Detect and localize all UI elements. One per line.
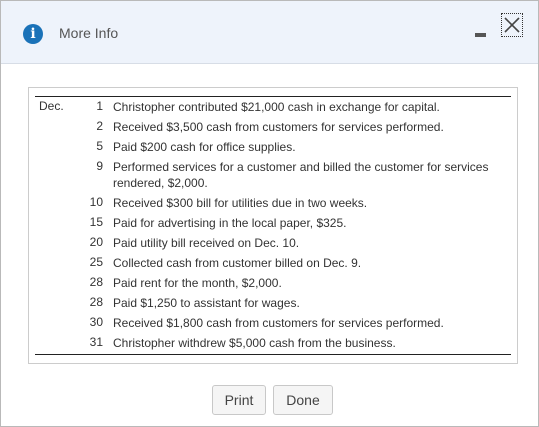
done-button[interactable]: Done <box>273 385 333 415</box>
transaction-row: 28 Paid $1,250 to assistant for wages. <box>29 294 517 314</box>
transaction-row: 9 Performed services for a customer and b… <box>29 158 517 194</box>
transaction-description: Paid $200 cash for office supplies. <box>113 140 296 154</box>
transaction-row: 5 Paid $200 cash for office supplies. <box>29 138 517 158</box>
transaction-day: 28 <box>89 275 103 289</box>
transaction-day: 20 <box>89 235 103 249</box>
transaction-description: Received $1,800 cash from customers for … <box>113 316 444 330</box>
transaction-day: 2 <box>96 119 103 133</box>
transaction-row: 20 Paid utility bill received on Dec. 10. <box>29 234 517 254</box>
transaction-day: 10 <box>89 195 103 209</box>
dialog-title: More Info <box>59 25 119 41</box>
table-top-rule <box>35 96 511 97</box>
print-button[interactable]: Print <box>212 385 266 415</box>
transaction-row: 28 Paid rent for the month, $2,000. <box>29 274 517 294</box>
transaction-row: 2 Received $3,500 cash from customers for… <box>29 118 517 138</box>
transaction-day: 31 <box>89 335 103 349</box>
transaction-row: 30 Received $1,800 cash from customers fo… <box>29 314 517 334</box>
table-bottom-rule <box>35 354 511 355</box>
transaction-description: Performed services for a customer and bi… <box>113 160 489 190</box>
transaction-day: 15 <box>89 215 103 229</box>
transaction-description: Collected cash from customer billed on D… <box>113 256 362 270</box>
transaction-description: Received $300 bill for utilities due in … <box>113 196 368 210</box>
close-icon <box>504 17 520 33</box>
transaction-day: 1 <box>96 99 103 113</box>
transaction-description: Paid utility bill received on Dec. 10. <box>113 236 300 250</box>
transaction-description: Paid $1,250 to assistant for wages. <box>113 296 300 310</box>
transaction-day: 5 <box>96 139 103 153</box>
transaction-description: Paid rent for the month, $2,000. <box>113 276 282 290</box>
minimize-icon[interactable] <box>475 33 486 37</box>
transaction-day: 9 <box>96 159 103 173</box>
transaction-description: Christopher contributed $21,000 cash in … <box>113 100 440 114</box>
transaction-row: 25 Collected cash from customer billed on… <box>29 254 517 274</box>
transactions-box: Dec. 1 Christopher contributed $21,000 ca… <box>28 87 518 364</box>
more-info-dialog: i More Info Dec. 1 Christopher contribute… <box>0 0 539 427</box>
transaction-row: 31 Christopher withdrew $5,000 cash from … <box>29 334 517 354</box>
close-button[interactable] <box>501 13 523 37</box>
transaction-row: 10 Received $300 bill for utilities due i… <box>29 194 517 214</box>
transaction-description: Paid for advertising in the local paper,… <box>113 216 347 230</box>
transaction-row: 1 Christopher contributed $21,000 cash in… <box>29 98 517 118</box>
info-icon: i <box>23 24 43 44</box>
transaction-day: 30 <box>89 315 103 329</box>
transaction-day: 28 <box>89 295 103 309</box>
transaction-day: 25 <box>89 255 103 269</box>
dialog-titlebar: i More Info <box>1 1 538 64</box>
transaction-description: Received $3,500 cash from customers for … <box>113 120 444 134</box>
transaction-row: 15 Paid for advertising in the local pape… <box>29 214 517 234</box>
transactions-list: 1 Christopher contributed $21,000 cash in… <box>29 98 517 354</box>
transaction-description: Christopher withdrew $5,000 cash from th… <box>113 336 396 350</box>
